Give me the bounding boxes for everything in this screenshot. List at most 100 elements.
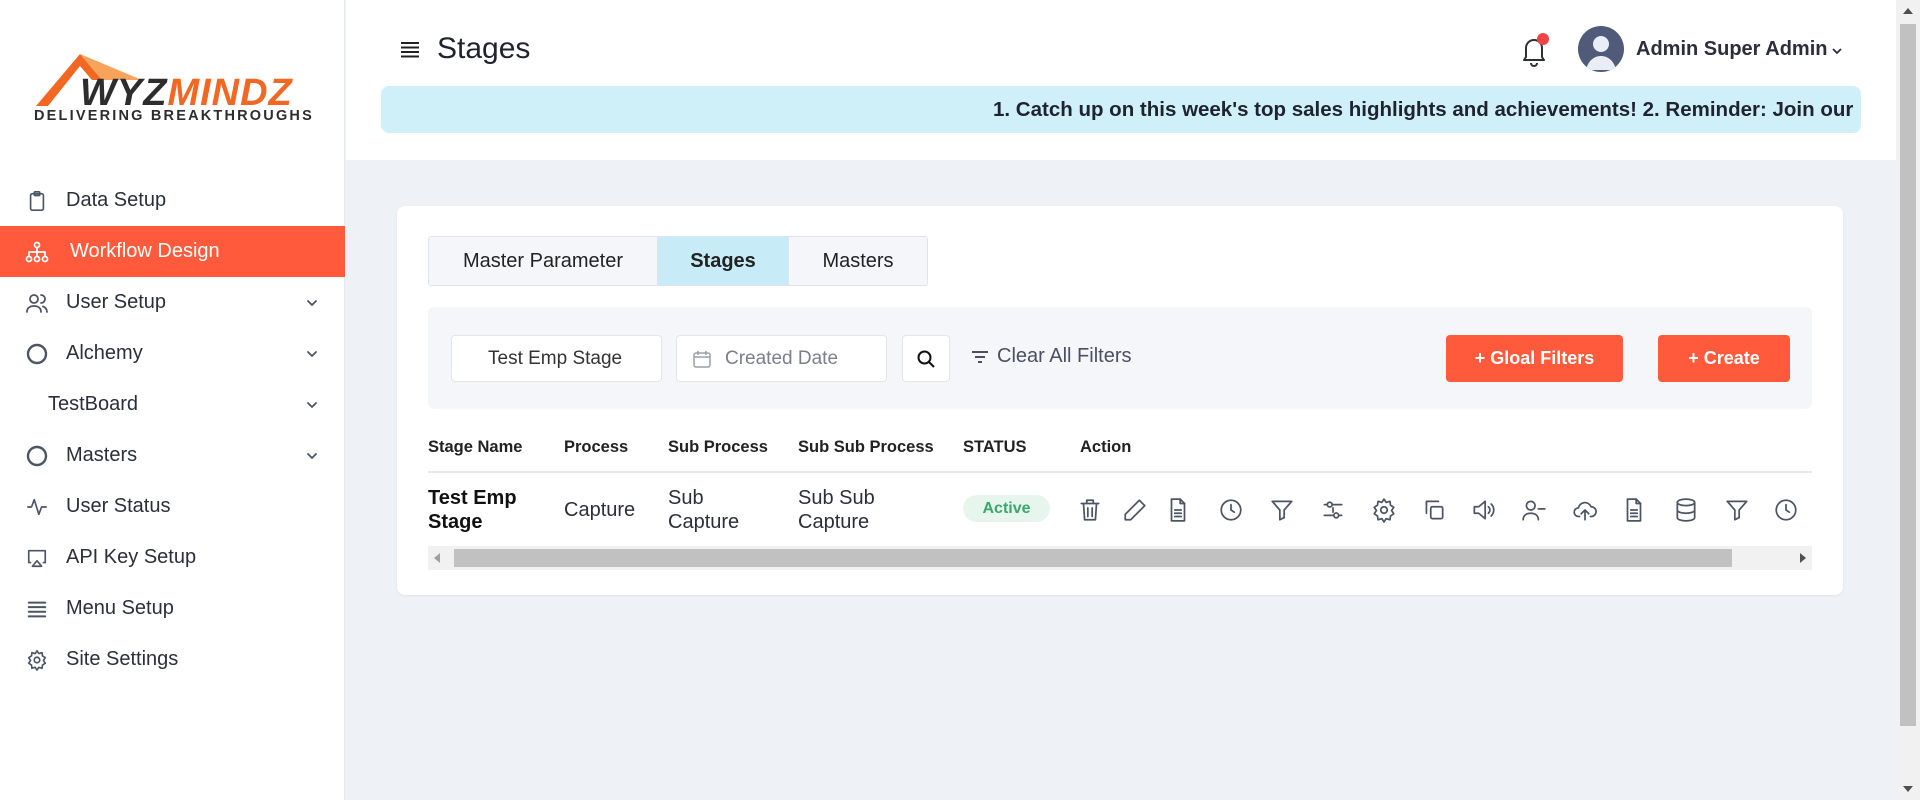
search-icon [917, 350, 935, 368]
table-horizontal-scrollbar[interactable] [428, 546, 1812, 570]
company-logo[interactable]: WYZMINDZ DELIVERING BREAKTHROUGHS [32, 50, 312, 125]
column-header-sub-process[interactable]: Sub Process [668, 438, 768, 457]
sidebar-item-data-setup[interactable]: Data Setup [0, 175, 345, 226]
created-date-filter-input[interactable]: Created Date [676, 335, 887, 382]
upload-action[interactable] [1572, 497, 1598, 523]
announcement-banner: 1. Catch up on this week's top sales hig… [381, 86, 1861, 133]
scroll-left-arrow[interactable] [434, 553, 440, 563]
filter-action-2[interactable] [1724, 497, 1750, 523]
clear-all-filters-label: Clear All Filters [997, 345, 1132, 367]
sidebar-item-workflow-design[interactable]: Workflow Design [0, 226, 345, 277]
table-row: Test Emp Stage Capture Sub Capture Sub Sub… [428, 473, 1812, 546]
page-vertical-scrollbar[interactable] [1896, 0, 1920, 800]
sidebar-item-label: User Status [66, 495, 171, 517]
status-badge: Active [963, 495, 1050, 522]
history-action-2[interactable] [1773, 497, 1799, 523]
tab-masters[interactable]: Masters [789, 237, 927, 285]
search-button[interactable] [902, 335, 950, 382]
filter-icon [1271, 500, 1293, 521]
speaker-icon [1473, 500, 1495, 520]
sidebar-item-label: Workflow Design [70, 240, 220, 262]
filter-action[interactable] [1269, 497, 1295, 523]
sidebar-item-label: TestBoard [48, 393, 139, 415]
column-header-stage-name[interactable]: Stage Name [428, 438, 522, 457]
history-action[interactable] [1218, 497, 1244, 523]
filter-lines-icon [972, 350, 988, 363]
avatar[interactable] [1578, 26, 1624, 72]
chevron-down-icon[interactable] [1830, 44, 1844, 58]
users-icon [25, 291, 49, 315]
scrollbar-thumb[interactable] [454, 549, 1732, 567]
gear-icon [1373, 498, 1395, 523]
user-name[interactable]: Admin Super Admin [1636, 38, 1827, 61]
scroll-up-arrow[interactable] [1903, 8, 1913, 14]
file-icon [1170, 498, 1186, 522]
tab-bar: Master Parameter Stages Masters [428, 236, 928, 286]
scroll-down-arrow[interactable] [1903, 786, 1913, 792]
sidebar-nav: Data Setup Workflow Design User Setup Al… [0, 175, 345, 685]
workflow-icon [25, 240, 49, 264]
chevron-down-icon [307, 350, 317, 357]
sidebar-item-alchemy[interactable]: Alchemy [0, 328, 345, 379]
date-placeholder: Created Date [725, 347, 839, 369]
sidebar-item-api-key-setup[interactable]: API Key Setup [0, 532, 345, 583]
edit-icon [1124, 499, 1146, 521]
notification-bell[interactable] [1518, 33, 1550, 67]
sidebar-item-label: Menu Setup [66, 597, 174, 619]
column-header-status[interactable]: STATUS [963, 438, 1027, 457]
circle-icon [25, 444, 49, 468]
sliders-icon [1323, 501, 1343, 519]
sidebar-item-user-setup[interactable]: User Setup [0, 277, 345, 328]
global-filters-button[interactable]: + Gloal Filters [1446, 335, 1623, 382]
configure-action[interactable] [1371, 497, 1397, 523]
column-header-action: Action [1080, 438, 1132, 456]
stage-name-cell: Test Emp Stage [428, 487, 517, 533]
user-avatar-icon [1586, 36, 1616, 70]
clock-icon [1775, 499, 1797, 521]
remove-user-action[interactable] [1521, 497, 1547, 523]
table-header-row: Stage Name Process Sub Process Sub Sub P… [428, 428, 1812, 473]
report-action[interactable] [1621, 497, 1647, 523]
sidebar-item-masters[interactable]: Masters [0, 430, 345, 481]
copy-action[interactable] [1421, 497, 1447, 523]
clear-all-filters-button[interactable]: Clear All Filters [971, 345, 1131, 368]
chevron-down-icon [307, 452, 317, 459]
column-header-sub-sub-process[interactable]: Sub Sub Process [798, 438, 934, 457]
column-header-process[interactable]: Process [564, 438, 628, 457]
document-action[interactable] [1165, 497, 1191, 523]
file-icon [1626, 498, 1642, 522]
gear-icon [25, 648, 49, 672]
hamburger-menu-icon[interactable] [399, 40, 421, 60]
clipboard-icon [25, 189, 49, 213]
filter-bar: Test Emp Stage Created Date Clear All Fi… [428, 307, 1812, 409]
database-action[interactable] [1673, 497, 1699, 523]
top-header: Stages Admin Super Admin 1. Catch up on … [346, 0, 1896, 160]
stages-table: Stage Name Process Sub Process Sub Sub P… [428, 428, 1812, 570]
announcement-text: 1. Catch up on this week's top sales hig… [993, 98, 1854, 121]
sidebar-item-label: Site Settings [66, 648, 179, 670]
calendar-icon [693, 351, 711, 368]
sidebar: WYZMINDZ DELIVERING BREAKTHROUGHS Data S… [0, 0, 345, 800]
copy-icon [1425, 500, 1444, 520]
tab-stages[interactable]: Stages [658, 237, 789, 285]
delete-action[interactable] [1077, 497, 1103, 523]
scroll-right-arrow[interactable] [1800, 553, 1806, 563]
sidebar-item-label: Data Setup [66, 189, 167, 211]
sidebar-item-menu-setup[interactable]: Menu Setup [0, 583, 345, 634]
upload-cloud-icon [1573, 501, 1597, 521]
filter-icon [1726, 500, 1748, 521]
scrollbar-thumb[interactable] [1900, 24, 1916, 726]
list-icon [25, 597, 49, 621]
announce-action[interactable] [1470, 497, 1496, 523]
activity-icon [25, 495, 49, 519]
tab-master-parameter[interactable]: Master Parameter [429, 237, 658, 285]
sidebar-item-testboard[interactable]: TestBoard [0, 379, 345, 430]
circle-icon [25, 342, 49, 366]
sidebar-item-label: Alchemy [66, 342, 143, 364]
edit-action[interactable] [1122, 497, 1148, 523]
stage-name-filter-input[interactable]: Test Emp Stage [451, 335, 662, 382]
sidebar-item-user-status[interactable]: User Status [0, 481, 345, 532]
create-button[interactable]: + Create [1658, 335, 1790, 382]
settings-sliders-action[interactable] [1320, 497, 1346, 523]
sidebar-item-site-settings[interactable]: Site Settings [0, 634, 345, 685]
